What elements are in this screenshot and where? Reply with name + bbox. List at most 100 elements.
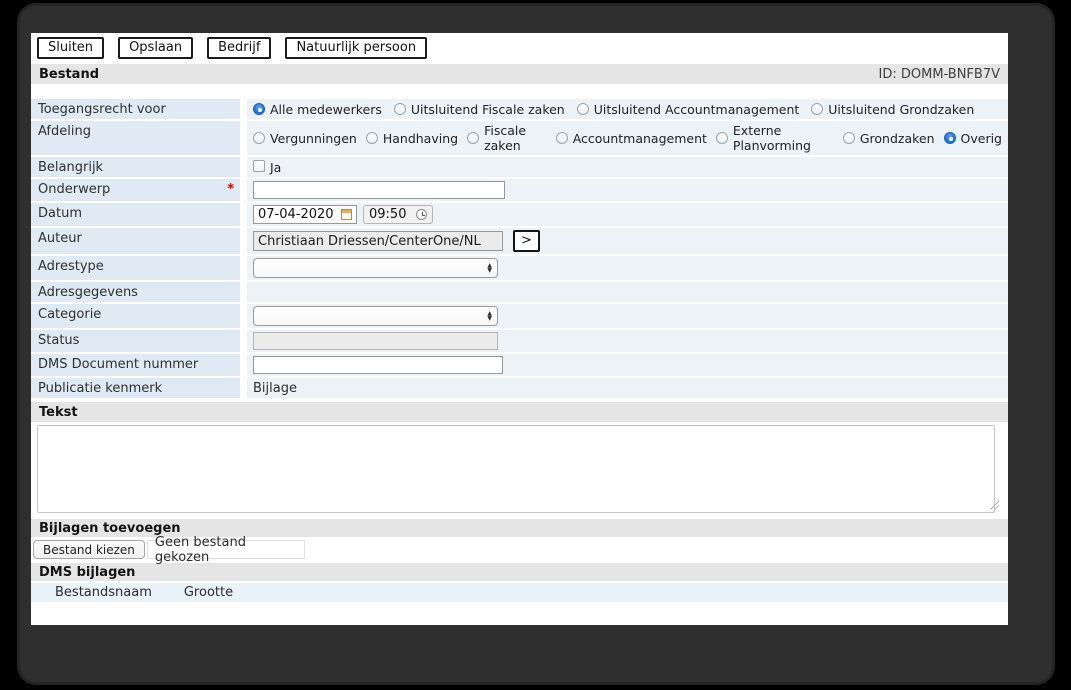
status-input: [253, 332, 498, 350]
form-row-toegangsrecht: Toegangsrecht voor Alle medewerkers Uits…: [31, 99, 1008, 119]
radio-icon[interactable]: [842, 132, 855, 144]
onderwerp-input[interactable]: [253, 181, 505, 199]
tekst-area-wrap: [37, 425, 1002, 513]
publicatie-kenmerk-value: Bijlage: [253, 380, 297, 396]
field-label: Toegangsrecht voor: [31, 99, 240, 119]
radio-icon[interactable]: [811, 103, 824, 115]
radio-icon[interactable]: [467, 132, 480, 144]
field-label: Onderwerp *: [31, 179, 240, 201]
label-text: Adresgegevens: [38, 285, 138, 300]
radio-handhaving[interactable]: Handhaving: [365, 130, 459, 146]
date-input[interactable]: 07-04-2020: [253, 205, 357, 224]
radio-icon[interactable]: [365, 132, 378, 144]
radio-overig[interactable]: Overig: [943, 130, 1002, 146]
radio-icon[interactable]: [943, 132, 956, 144]
calendar-icon[interactable]: [341, 209, 352, 220]
radio-icon[interactable]: [555, 132, 568, 144]
field-label: Status: [31, 330, 240, 352]
section-title-dms-bijlagen: DMS bijlagen: [39, 564, 136, 580]
dms-column-bestandsnaam: Bestandsnaam: [55, 585, 152, 600]
adrestype-select[interactable]: ▲ ▼: [253, 258, 498, 278]
field-label: Publicatie kenmerk: [31, 378, 240, 398]
form-row-datum: Datum 07-04-2020 09:50: [31, 203, 1008, 226]
radio-fiscale-zaken[interactable]: Fiscale zaken: [467, 123, 547, 153]
form-row-publicatie-kenmerk: Publicatie kenmerk Bijlage: [31, 378, 1008, 398]
dms-document-nummer-input[interactable]: [253, 356, 503, 374]
time-input[interactable]: 09:50: [363, 205, 434, 224]
checkbox-label: Ja: [270, 159, 282, 175]
field-value: [247, 354, 1008, 376]
field-label: Auteur: [31, 228, 240, 254]
field-label: Categorie: [31, 304, 240, 328]
radio-label: Uitsluitend Grondzaken: [828, 101, 975, 117]
tekst-textarea[interactable]: [37, 425, 995, 513]
section-bar-tekst: Tekst: [31, 402, 1008, 422]
radio-icon[interactable]: [393, 103, 406, 115]
radio-icon[interactable]: [253, 103, 265, 115]
bedrijf-button[interactable]: Bedrijf: [207, 37, 272, 59]
field-label: Datum: [31, 203, 240, 226]
field-label: DMS Document nummer: [31, 354, 240, 376]
label-text: Adrestype: [38, 259, 104, 274]
label-text: Onderwerp: [38, 182, 111, 197]
field-label: Adresgegevens: [31, 282, 240, 302]
date-value: 07-04-2020: [258, 207, 334, 222]
label-text: Afdeling: [38, 124, 91, 139]
radio-icon[interactable]: [253, 132, 265, 144]
radio-grondzaken[interactable]: Grondzaken: [842, 130, 935, 146]
section-bar-bestand: Bestand ID: DOMM-BNFB7V: [31, 64, 1008, 84]
radio-alle-medewerkers[interactable]: Alle medewerkers: [253, 102, 382, 117]
radio-icon[interactable]: [576, 103, 589, 115]
radio-icon[interactable]: [715, 132, 728, 144]
clock-icon[interactable]: [416, 209, 428, 220]
radio-uitsluitend-grondzaken[interactable]: Uitsluitend Grondzaken: [811, 102, 974, 117]
radio-label: Externe Planvorming: [732, 123, 811, 153]
belangrijk-checkbox[interactable]: [253, 159, 265, 172]
label-text: Datum: [38, 206, 82, 221]
section-title-tekst: Tekst: [39, 404, 78, 420]
field-label: Afdeling: [31, 121, 240, 155]
label-text: Publicatie kenmerk: [38, 381, 163, 396]
field-value: Ja: [247, 157, 1008, 177]
field-value: [247, 179, 1008, 201]
form-row-categorie: Categorie ▲ ▼: [31, 304, 1008, 328]
field-value: >: [247, 228, 1008, 254]
auteur-picker-button[interactable]: >: [513, 230, 540, 252]
dms-table-header: Bestandsnaam Grootte: [31, 583, 1008, 602]
section-title-bijlagen-toevoegen: Bijlagen toevoegen: [39, 520, 181, 536]
field-value: Vergunningen Handhaving Fiscale zaken Ac…: [247, 121, 1008, 155]
categorie-select[interactable]: ▲ ▼: [253, 306, 498, 326]
dms-column-grootte: Grootte: [183, 585, 234, 600]
radio-vergunningen[interactable]: Vergunningen: [253, 131, 357, 146]
radio-label: Overig: [960, 130, 1002, 146]
form-row-status: Status: [31, 330, 1008, 352]
form-row-auteur: Auteur >: [31, 228, 1008, 254]
radio-label: Uitsluitend Fiscale zaken: [410, 101, 565, 117]
natuurlijk-persoon-button[interactable]: Natuurlijk persoon: [285, 37, 428, 59]
opslaan-button[interactable]: Opslaan: [118, 37, 194, 59]
window-frame: Sluiten Opslaan Bedrijf Natuurlijk perso…: [20, 6, 1052, 682]
radio-uitsluitend-accountmanagement[interactable]: Uitsluitend Accountmanagement: [576, 102, 799, 117]
field-label: Adrestype: [31, 256, 240, 280]
bestand-kiezen-button[interactable]: Bestand kiezen: [33, 540, 145, 559]
form-row-adresgegevens: Adresgegevens: [31, 282, 1008, 302]
label-text: DMS Document nummer: [38, 357, 199, 372]
radio-accountmanagement[interactable]: Accountmanagement: [555, 131, 707, 146]
radio-uitsluitend-fiscale-zaken[interactable]: Uitsluitend Fiscale zaken: [393, 101, 565, 117]
file-input-row: Bestand kiezen Geen bestand gekozen: [33, 535, 1008, 565]
label-text: Belangrijk: [38, 160, 104, 175]
radio-label: Vergunningen: [270, 130, 357, 146]
radio-label: Fiscale zaken: [484, 123, 527, 153]
radio-label: Grondzaken: [859, 130, 935, 146]
toolbar: Sluiten Opslaan Bedrijf Natuurlijk perso…: [37, 37, 1008, 59]
form-row-dms-document-nummer: DMS Document nummer: [31, 354, 1008, 376]
label-text: Categorie: [38, 307, 102, 322]
form-row-afdeling: Afdeling Vergunningen Handhaving Fiscale…: [31, 121, 1008, 155]
field-value: Bijlage: [247, 378, 1008, 398]
sluiten-button[interactable]: Sluiten: [37, 37, 105, 59]
label-text: Auteur: [38, 231, 82, 246]
radio-externe-planvorming[interactable]: Externe Planvorming: [715, 123, 834, 153]
form-row-onderwerp: Onderwerp *: [31, 179, 1008, 201]
document-id: ID: DOMM-BNFB7V: [878, 66, 1000, 82]
radio-label: Handhaving: [382, 130, 459, 146]
